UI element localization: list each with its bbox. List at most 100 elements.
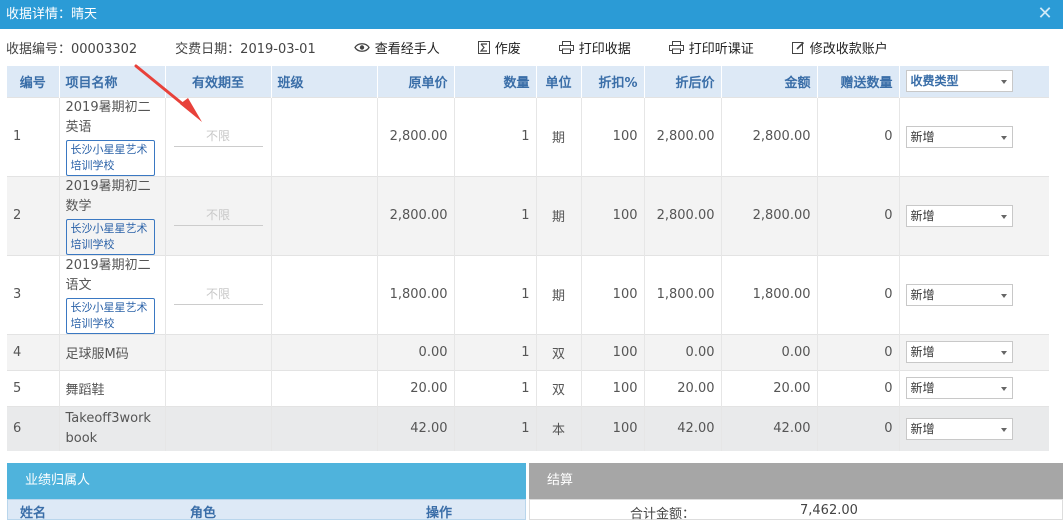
cell-disc-price: 2,800.00	[644, 96, 722, 176]
cell-orig-price: 42.00	[377, 405, 455, 451]
cell-no: 2	[7, 175, 60, 255]
cell-qty: 1	[454, 369, 537, 406]
cell-unit: 期	[536, 254, 582, 334]
performance-panel-title: 业绩归属人	[7, 463, 526, 499]
cell-unit: 双	[536, 369, 582, 406]
col-header-disc-price: 折后价	[644, 66, 722, 97]
cell-disc-price: 20.00	[644, 369, 722, 406]
cell-qty: 1	[454, 254, 537, 334]
cell-gift-qty: 0	[817, 369, 900, 406]
chevron-down-icon	[1000, 135, 1007, 140]
printer-icon	[558, 41, 574, 54]
fee-type-value: 新增	[910, 129, 935, 144]
cell-class	[271, 333, 378, 370]
view-handler-label: 查看经手人	[374, 42, 440, 57]
dialog-titlebar: 收据详情：晴天 ✕	[0, 0, 1063, 29]
edit-account-label: 修改收款账户	[809, 42, 888, 57]
void-label: 作废	[494, 42, 521, 57]
col-header-discount: 折扣%	[581, 66, 645, 97]
view-handler-button[interactable]: 查看经手人	[353, 38, 440, 57]
cell-name: 足球服M码	[59, 333, 166, 370]
fee-type-value: 新增	[910, 287, 935, 302]
col-header-name: 项目名称	[59, 66, 166, 97]
pay-date: 交费日期：2019-03-01	[175, 42, 316, 57]
cell-no: 3	[7, 254, 60, 334]
col-header-amount: 金额	[721, 66, 818, 97]
print-trial-label: 打印听课证	[688, 42, 754, 57]
table-row: 3 2019暑期初二语文 长沙小星星艺术培训学校 不限 1,800.00 1 期 …	[7, 254, 1049, 334]
table-row: 5 舞蹈鞋 20.00 1 双 100 20.00 20.00 0 新增	[7, 369, 1049, 406]
close-icon[interactable]: ✕	[1035, 0, 1055, 29]
receipt-number: 收据编号：00003302	[6, 42, 138, 57]
printer-icon	[668, 41, 684, 54]
valid-until-field[interactable]: 不限	[173, 285, 263, 305]
print-trial-button[interactable]: 打印听课证	[668, 38, 754, 57]
cell-orig-price: 2,800.00	[377, 96, 455, 176]
cell-amount: 2,800.00	[721, 96, 818, 176]
table-row: 1 2019暑期初二英语 长沙小星星艺术培训学校 不限 2,800.00 1 期 …	[7, 96, 1049, 176]
cell-qty: 1	[454, 333, 537, 370]
fee-type-select[interactable]: 新增	[905, 377, 1013, 399]
col-header-role: 角色	[190, 506, 217, 520]
col-header-no: 编号	[7, 66, 60, 97]
cell-unit: 期	[536, 175, 582, 255]
cell-gift-qty: 0	[817, 254, 900, 334]
col-header-person-name: 姓名	[20, 506, 47, 520]
cell-amount: 1,800.00	[721, 254, 818, 334]
cell-discount: 100	[581, 369, 645, 406]
total-amount-value: 7,462.00	[800, 503, 858, 518]
fee-type-select[interactable]: 新增	[905, 125, 1013, 148]
cell-valid	[165, 369, 272, 406]
cell-class	[271, 254, 378, 334]
cell-valid	[165, 405, 272, 451]
cell-no: 1	[7, 96, 60, 176]
chevron-down-icon	[1000, 80, 1007, 85]
chevron-down-icon	[1000, 214, 1007, 219]
edit-icon	[791, 41, 804, 54]
fee-type-select[interactable]: 新增	[905, 204, 1013, 227]
fee-type-select[interactable]: 新增	[905, 417, 1013, 440]
fee-type-select[interactable]: 新增	[905, 341, 1013, 363]
cell-fee-type: 新增	[899, 96, 1049, 176]
chevron-down-icon	[1000, 351, 1007, 355]
cell-unit: 双	[536, 333, 582, 370]
cell-no: 4	[7, 333, 60, 370]
chevron-down-icon	[1000, 293, 1007, 298]
cell-valid	[165, 333, 272, 370]
eye-icon	[353, 43, 370, 52]
cell-amount: 0.00	[721, 333, 818, 370]
cell-qty: 1	[454, 175, 537, 255]
dialog-title: 收据详情：晴天	[6, 7, 98, 22]
fee-type-value: 新增	[910, 345, 935, 359]
project-name: Takeoff3workbook	[65, 410, 151, 446]
cell-discount: 100	[581, 96, 645, 176]
col-header-orig-price: 原单价	[377, 66, 455, 97]
void-button[interactable]: 作废	[477, 38, 521, 57]
table-row: 6 Takeoff3workbook 42.00 1 本 100 42.00 4…	[7, 405, 1049, 451]
cell-valid: 不限	[165, 96, 272, 176]
print-receipt-button[interactable]: 打印收据	[558, 38, 631, 57]
cell-orig-price: 1,800.00	[377, 254, 455, 334]
cell-discount: 100	[581, 254, 645, 334]
col-header-class: 班级	[271, 66, 378, 97]
items-table: 编号 项目名称 有效期至 班级 原单价 数量 单位 折扣% 折后价 金额 赠送数…	[7, 66, 1049, 451]
cell-class	[271, 96, 378, 176]
col-header-unit: 单位	[536, 66, 582, 97]
valid-until-field[interactable]: 不限	[173, 127, 263, 147]
cell-fee-type: 新增	[899, 175, 1049, 255]
edit-account-button[interactable]: 修改收款账户	[791, 38, 888, 57]
valid-until-field[interactable]: 不限	[173, 206, 263, 226]
table-header-row: 编号 项目名称 有效期至 班级 原单价 数量 单位 折扣% 折后价 金额 赠送数…	[7, 66, 1049, 97]
cell-qty: 1	[454, 405, 537, 451]
cell-no: 6	[7, 405, 60, 451]
fee-type-header-label: 收费类型	[910, 74, 959, 89]
receipt-dialog: 收据详情：晴天 ✕ 收据编号：00003302 交费日期：2019-03-01 …	[0, 0, 1063, 520]
chevron-down-icon	[1000, 387, 1007, 391]
cell-discount: 100	[581, 405, 645, 451]
cell-disc-price: 0.00	[644, 333, 722, 370]
table-row: 2 2019暑期初二数学 长沙小星星艺术培训学校 不限 2,800.00 1 期 …	[7, 175, 1049, 255]
cell-gift-qty: 0	[817, 333, 900, 370]
fee-type-header-select[interactable]: 收费类型	[905, 70, 1013, 93]
fee-type-select[interactable]: 新增	[905, 283, 1013, 306]
project-name: 2019暑期初二英语	[65, 99, 151, 135]
